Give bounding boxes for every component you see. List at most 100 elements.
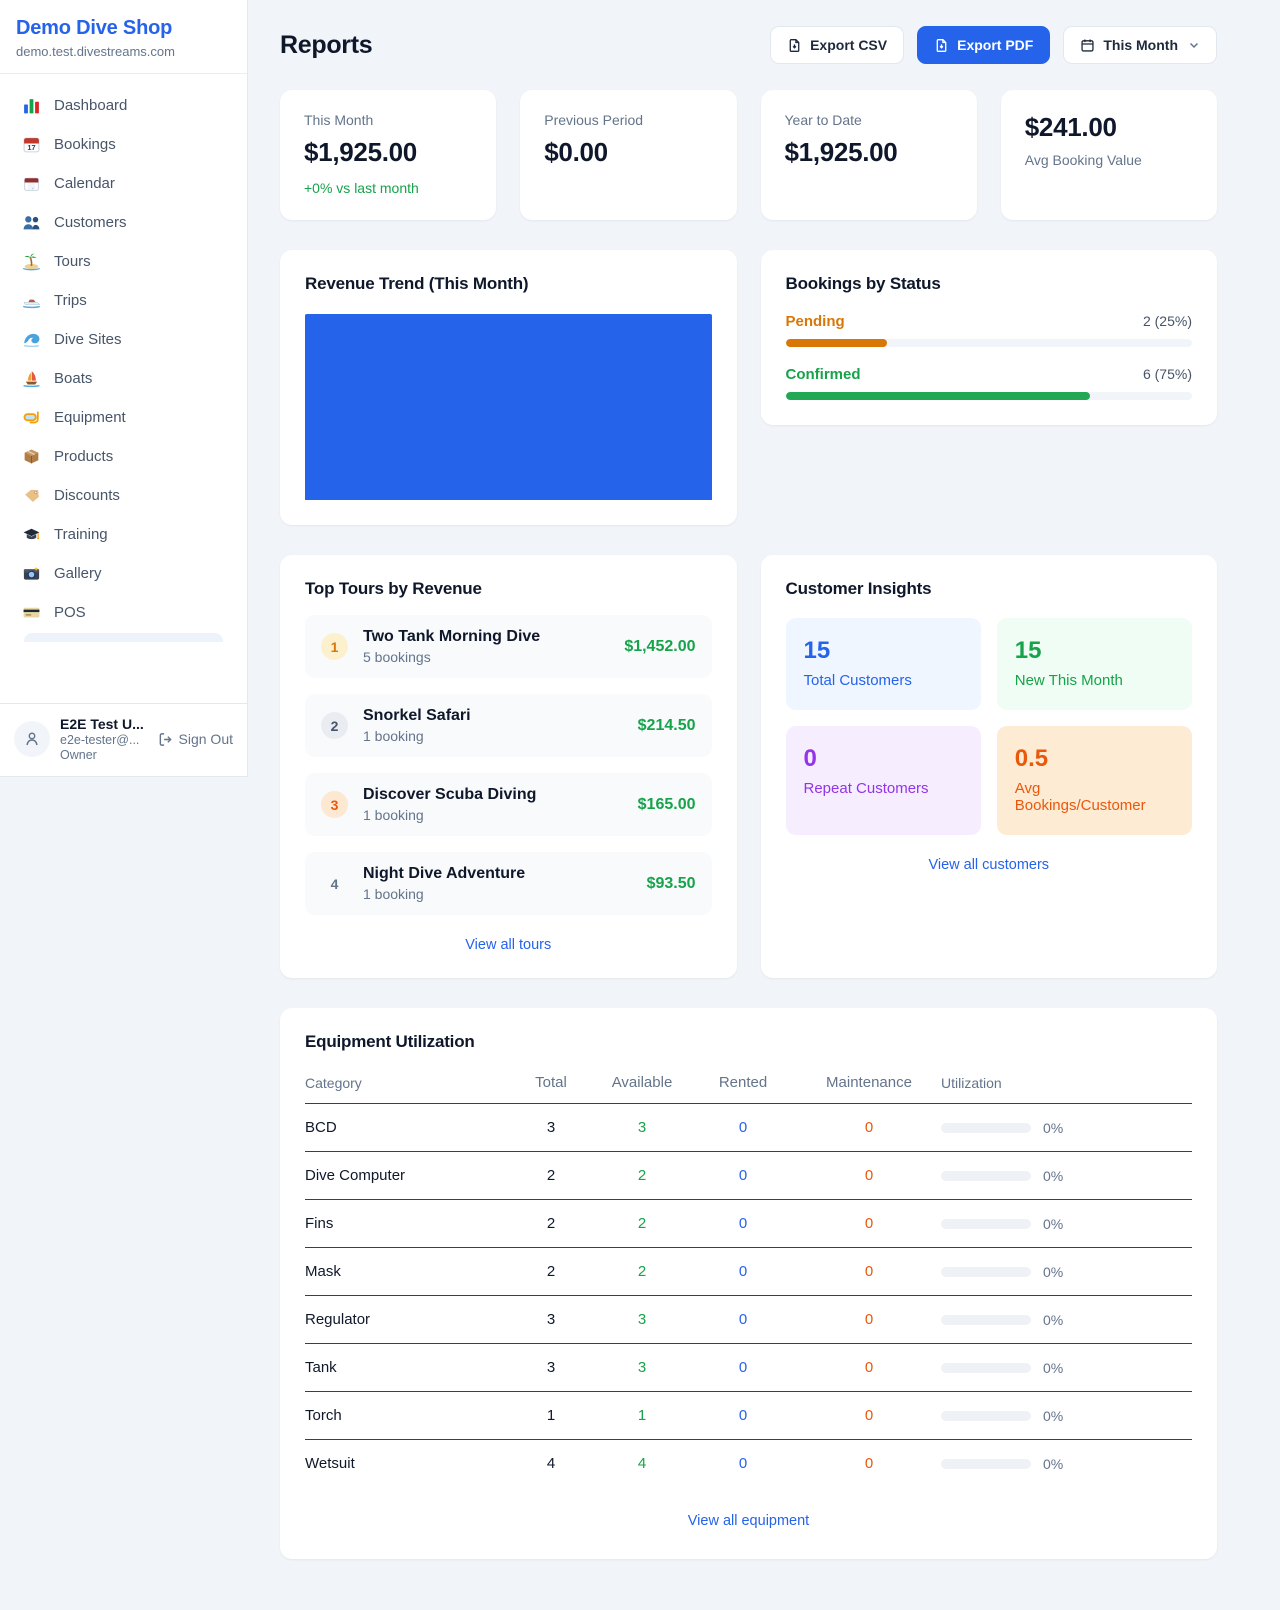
- cell-maintenance: 0: [799, 1311, 939, 1328]
- utilization-pct: 0%: [1043, 1360, 1063, 1376]
- tour-bookings: 5 bookings: [363, 649, 540, 665]
- stat-delta: +0% vs last month: [304, 180, 472, 196]
- cell-available: 3: [597, 1311, 687, 1328]
- sidebar: Demo Dive Shop demo.test.divestreams.com…: [0, 0, 248, 777]
- island-icon: [22, 252, 41, 271]
- insight-value: 15: [1015, 637, 1174, 665]
- sidebar-item-customers[interactable]: Customers: [12, 203, 235, 242]
- cell-available: 3: [597, 1359, 687, 1376]
- bar-chart-icon: [22, 96, 41, 115]
- stat-card-avg-booking-value: $241.00 Avg Booking Value: [1001, 90, 1217, 220]
- cell-rented: 0: [687, 1215, 799, 1232]
- status-label: Confirmed: [786, 366, 861, 383]
- stat-label: This Month: [304, 112, 472, 128]
- view-all-customers-link[interactable]: View all customers: [786, 857, 1193, 873]
- sidebar-item-calendar[interactable]: Calendar: [12, 164, 235, 203]
- sidebar-item-pos[interactable]: POS: [12, 593, 235, 632]
- sidebar-item-gallery[interactable]: Gallery: [12, 554, 235, 593]
- status-row-confirmed: Confirmed 6 (75%): [786, 366, 1193, 400]
- sidebar-item-dashboard[interactable]: Dashboard: [12, 86, 235, 125]
- rank-badge: 4: [321, 870, 348, 897]
- cell-utilization: 0%: [939, 1360, 1192, 1376]
- utilization-bar: [941, 1219, 1031, 1229]
- export-pdf-button[interactable]: Export PDF: [917, 26, 1050, 64]
- status-progress-track: [786, 339, 1193, 347]
- export-csv-button[interactable]: Export CSV: [770, 26, 904, 64]
- sign-out-label: Sign Out: [179, 731, 233, 747]
- stat-value: $241.00: [1025, 112, 1193, 143]
- table-row: Mask 2 2 0 0 0%: [305, 1248, 1192, 1296]
- sidebar-item-trips[interactable]: Trips: [12, 281, 235, 320]
- list-item: 2 Snorkel Safari 1 booking $214.50: [305, 694, 712, 757]
- tour-bookings: 1 booking: [363, 728, 471, 744]
- cell-total: 2: [505, 1263, 597, 1280]
- insight-value: 0: [804, 745, 963, 773]
- tour-amount: $1,452.00: [624, 638, 695, 656]
- tour-name: Discover Scuba Diving: [363, 786, 536, 804]
- view-all-equipment-link[interactable]: View all equipment: [305, 1513, 1192, 1529]
- sign-out-button[interactable]: Sign Out: [158, 731, 233, 747]
- sidebar-item-dive-sites[interactable]: Dive Sites: [12, 320, 235, 359]
- table-row: Tank 3 3 0 0 0%: [305, 1344, 1192, 1392]
- utilization-pct: 0%: [1043, 1120, 1063, 1136]
- sidebar-item-discounts[interactable]: Discounts: [12, 476, 235, 515]
- cell-total: 2: [505, 1215, 597, 1232]
- cell-utilization: 0%: [939, 1168, 1192, 1184]
- sidebar-item-tours[interactable]: Tours: [12, 242, 235, 281]
- cell-category: Fins: [305, 1215, 505, 1232]
- sidebar-item-products[interactable]: Products: [12, 437, 235, 476]
- view-all-tours-link[interactable]: View all tours: [305, 937, 712, 953]
- cell-rented: 0: [687, 1119, 799, 1136]
- status-count: 6 (75%): [1143, 366, 1192, 382]
- tour-name: Night Dive Adventure: [363, 865, 525, 883]
- sidebar-item-equipment[interactable]: Equipment: [12, 398, 235, 437]
- stat-card-previous-period: Previous Period $0.00: [520, 90, 736, 220]
- sidebar-header: Demo Dive Shop demo.test.divestreams.com: [0, 0, 247, 74]
- top-tours-card: Top Tours by Revenue 1 Two Tank Morning …: [280, 555, 737, 978]
- table-row: Torch 1 1 0 0 0%: [305, 1392, 1192, 1440]
- calendar-icon: [1080, 38, 1095, 53]
- stat-label: Year to Date: [785, 112, 953, 128]
- stat-value: $1,925.00: [304, 137, 472, 168]
- cell-available: 2: [597, 1167, 687, 1184]
- stat-card-year-to-date: Year to Date $1,925.00: [761, 90, 977, 220]
- status-progress-fill: [786, 392, 1091, 400]
- user-name: E2E Test U...: [60, 716, 144, 732]
- cell-category: Mask: [305, 1263, 505, 1280]
- export-csv-label: Export CSV: [810, 37, 887, 53]
- utilization-pct: 0%: [1043, 1456, 1063, 1472]
- table-header-row: Category Total Available Rented Maintena…: [305, 1074, 1192, 1104]
- tour-name: Two Tank Morning Dive: [363, 628, 540, 646]
- credit-card-icon: [22, 603, 41, 622]
- file-download-icon: [934, 38, 949, 53]
- cell-total: 3: [505, 1359, 597, 1376]
- sidebar-item-label: Bookings: [54, 136, 116, 153]
- cell-utilization: 0%: [939, 1216, 1192, 1232]
- cell-available: 2: [597, 1263, 687, 1280]
- sidebar-item-label: Discounts: [54, 487, 120, 504]
- sidebar-item-label: Training: [54, 526, 108, 543]
- cell-maintenance: 0: [799, 1119, 939, 1136]
- cell-category: BCD: [305, 1119, 505, 1136]
- list-item: 4 Night Dive Adventure 1 booking $93.50: [305, 852, 712, 915]
- avatar: [14, 721, 50, 757]
- page-header: Reports Export CSV Export PDF This Month: [280, 26, 1217, 64]
- grad-cap-icon: [22, 525, 41, 544]
- sidebar-item-training[interactable]: Training: [12, 515, 235, 554]
- col-header-available: Available: [597, 1074, 687, 1091]
- insight-label: Repeat Customers: [804, 780, 963, 797]
- sidebar-item-label: Trips: [54, 292, 87, 309]
- tour-amount: $165.00: [638, 796, 696, 814]
- cell-utilization: 0%: [939, 1408, 1192, 1424]
- rank-badge: 3: [321, 791, 348, 818]
- sidebar-item-boats[interactable]: Boats: [12, 359, 235, 398]
- tear-calendar-icon: [22, 174, 41, 193]
- package-icon: [22, 447, 41, 466]
- utilization-pct: 0%: [1043, 1216, 1063, 1232]
- utilization-bar: [941, 1267, 1031, 1277]
- cell-utilization: 0%: [939, 1312, 1192, 1328]
- calendar-date-icon: 17: [22, 135, 41, 154]
- period-dropdown[interactable]: This Month: [1063, 26, 1217, 64]
- sidebar-item-bookings[interactable]: 17 Bookings: [12, 125, 235, 164]
- cell-rented: 0: [687, 1455, 799, 1472]
